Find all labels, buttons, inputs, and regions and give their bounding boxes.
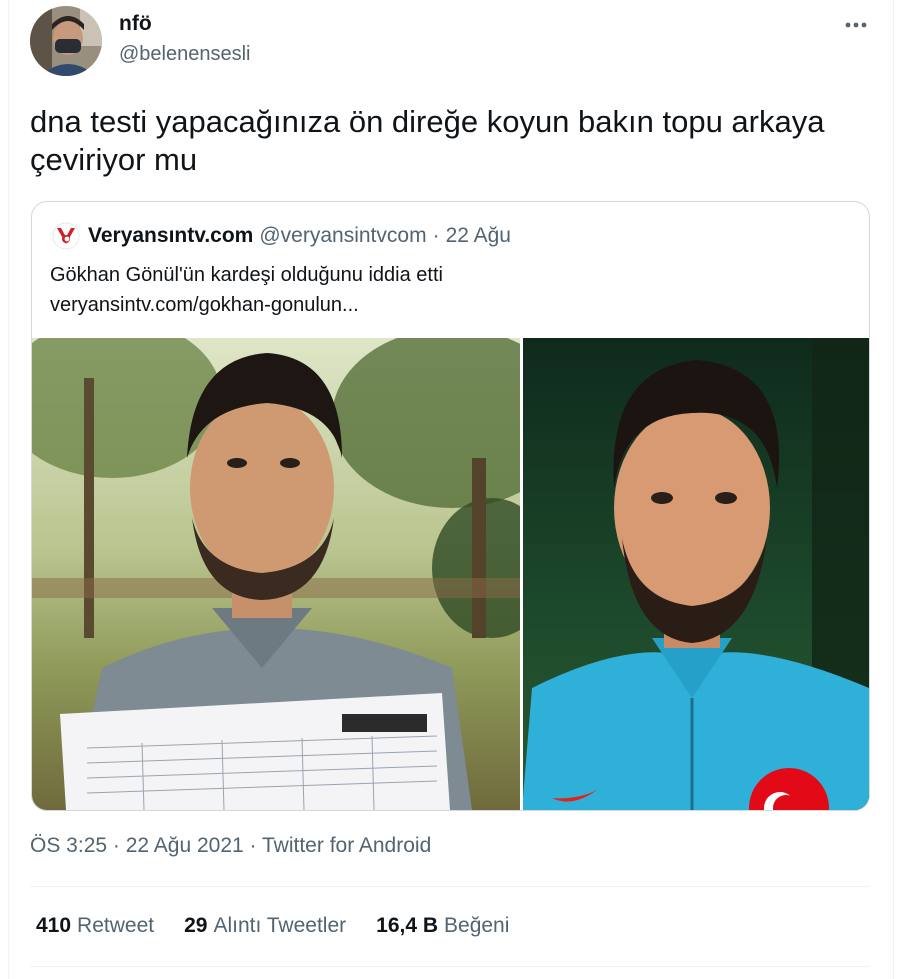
quoted-separator: · — [432, 224, 440, 247]
user-avatar[interactable] — [30, 6, 102, 76]
retweets-stat[interactable]: 410 Retweet — [36, 914, 154, 938]
meta-separator: · — [249, 834, 257, 857]
veryansin-logo-icon — [52, 222, 80, 250]
retweets-label: Retweet — [77, 914, 155, 937]
quote-tweets-stat[interactable]: 29 Alıntı Tweetler — [184, 914, 346, 938]
quoted-link[interactable]: veryansintv.com/gokhan-gonulun... — [50, 290, 850, 320]
left-photo — [32, 338, 572, 810]
tweet-meta: ÖS 3:25 · 22 Ağu 2021 · Twitter for Andr… — [30, 834, 431, 858]
quoted-media[interactable] — [32, 338, 869, 810]
divider — [30, 886, 870, 887]
tweet-time[interactable]: ÖS 3:25 — [30, 834, 107, 857]
quoted-handle[interactable]: @veryansintvcom — [259, 224, 426, 248]
tweet-stats: 410 Retweet 29 Alıntı Tweetler 16,4 B Beğen… — [36, 914, 539, 938]
divider — [30, 966, 870, 967]
retweets-count: 410 — [36, 914, 72, 937]
more-dots-icon — [845, 22, 867, 28]
quoted-date[interactable]: 22 Ağu — [446, 224, 511, 248]
likes-count: 16,4 B — [376, 914, 439, 937]
display-name[interactable]: nfö — [119, 12, 152, 36]
more-options-button[interactable] — [836, 10, 876, 40]
quote-tweets-count: 29 — [184, 914, 208, 937]
user-handle[interactable]: @belenensesli — [119, 43, 251, 66]
right-photo — [522, 338, 869, 810]
quoted-text-line: Gökhan Gönül'ün kardeşi olduğunu iddia e… — [50, 264, 443, 286]
quoted-tweet[interactable]: Veryansıntv.com @veryansintvcom · 22 Ağu… — [31, 201, 870, 811]
likes-label: Beğeni — [444, 914, 510, 937]
likes-stat[interactable]: 16,4 B Beğeni — [376, 914, 509, 938]
quoted-name[interactable]: Veryansıntv.com — [88, 224, 253, 248]
meta-separator: · — [112, 834, 120, 857]
tweet-date[interactable]: 22 Ağu 2021 — [126, 834, 244, 857]
tweet-source[interactable]: Twitter for Android — [262, 834, 431, 857]
quoted-tweet-header: Veryansıntv.com @veryansintvcom · 22 Ağu — [52, 222, 511, 250]
quoted-text: Gökhan Gönül'ün kardeşi olduğunu iddia e… — [50, 260, 850, 320]
quote-tweets-label: Alıntı Tweetler — [213, 914, 347, 937]
tweet-text: dna testi yapacağınıza ön direğe koyun b… — [30, 104, 825, 177]
